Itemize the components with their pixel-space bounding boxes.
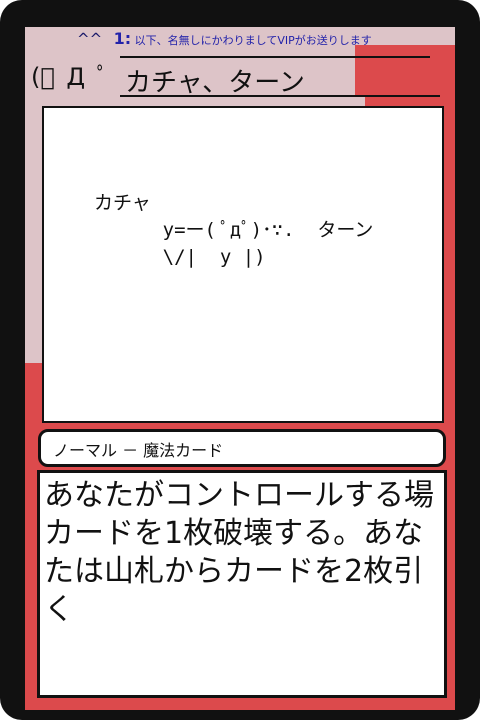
type-line: ノーマル － 魔法カード <box>53 441 224 460</box>
card-art: カチャ y=ー( ﾟдﾟ)･∵. ターン \/| y |) <box>42 106 444 423</box>
card-frame: ^^ 1: 以下、名無しにかわりましてVIPがお送りします (ﾟ Д ﾟ カチャ… <box>0 0 480 720</box>
title-bottom-line <box>120 95 440 97</box>
card-title: カチャ、ターン <box>125 68 305 98</box>
ascii-art: カチャ y=ー( ﾟдﾟ)･∵. ターン \/| y |) <box>94 192 374 268</box>
post-number: 1: <box>113 29 132 48</box>
face-decoration: (ﾟ Д ﾟ <box>31 63 111 91</box>
card-description: あなたがコントロールする場カードを1枚破壊する。あなたは山札からカードを2枚引く <box>44 478 434 627</box>
card-face: ^^ 1: 以下、名無しにかわりましてVIPがお送りします (ﾟ Д ﾟ カチャ… <box>25 27 455 710</box>
type-bar: ノーマル － 魔法カード <box>38 429 446 467</box>
title-red-corner <box>355 45 455 95</box>
post-name: 以下、名無しにかわりましてVIPがお送りします <box>134 34 372 47</box>
post-hats: ^^ <box>77 30 103 48</box>
title-top-line <box>120 56 430 58</box>
post-header: ^^ 1: 以下、名無しにかわりましてVIPがお送りします <box>77 29 372 48</box>
description-box: あなたがコントロールする場カードを1枚破壊する。あなたは山札からカードを2枚引く <box>37 470 447 698</box>
